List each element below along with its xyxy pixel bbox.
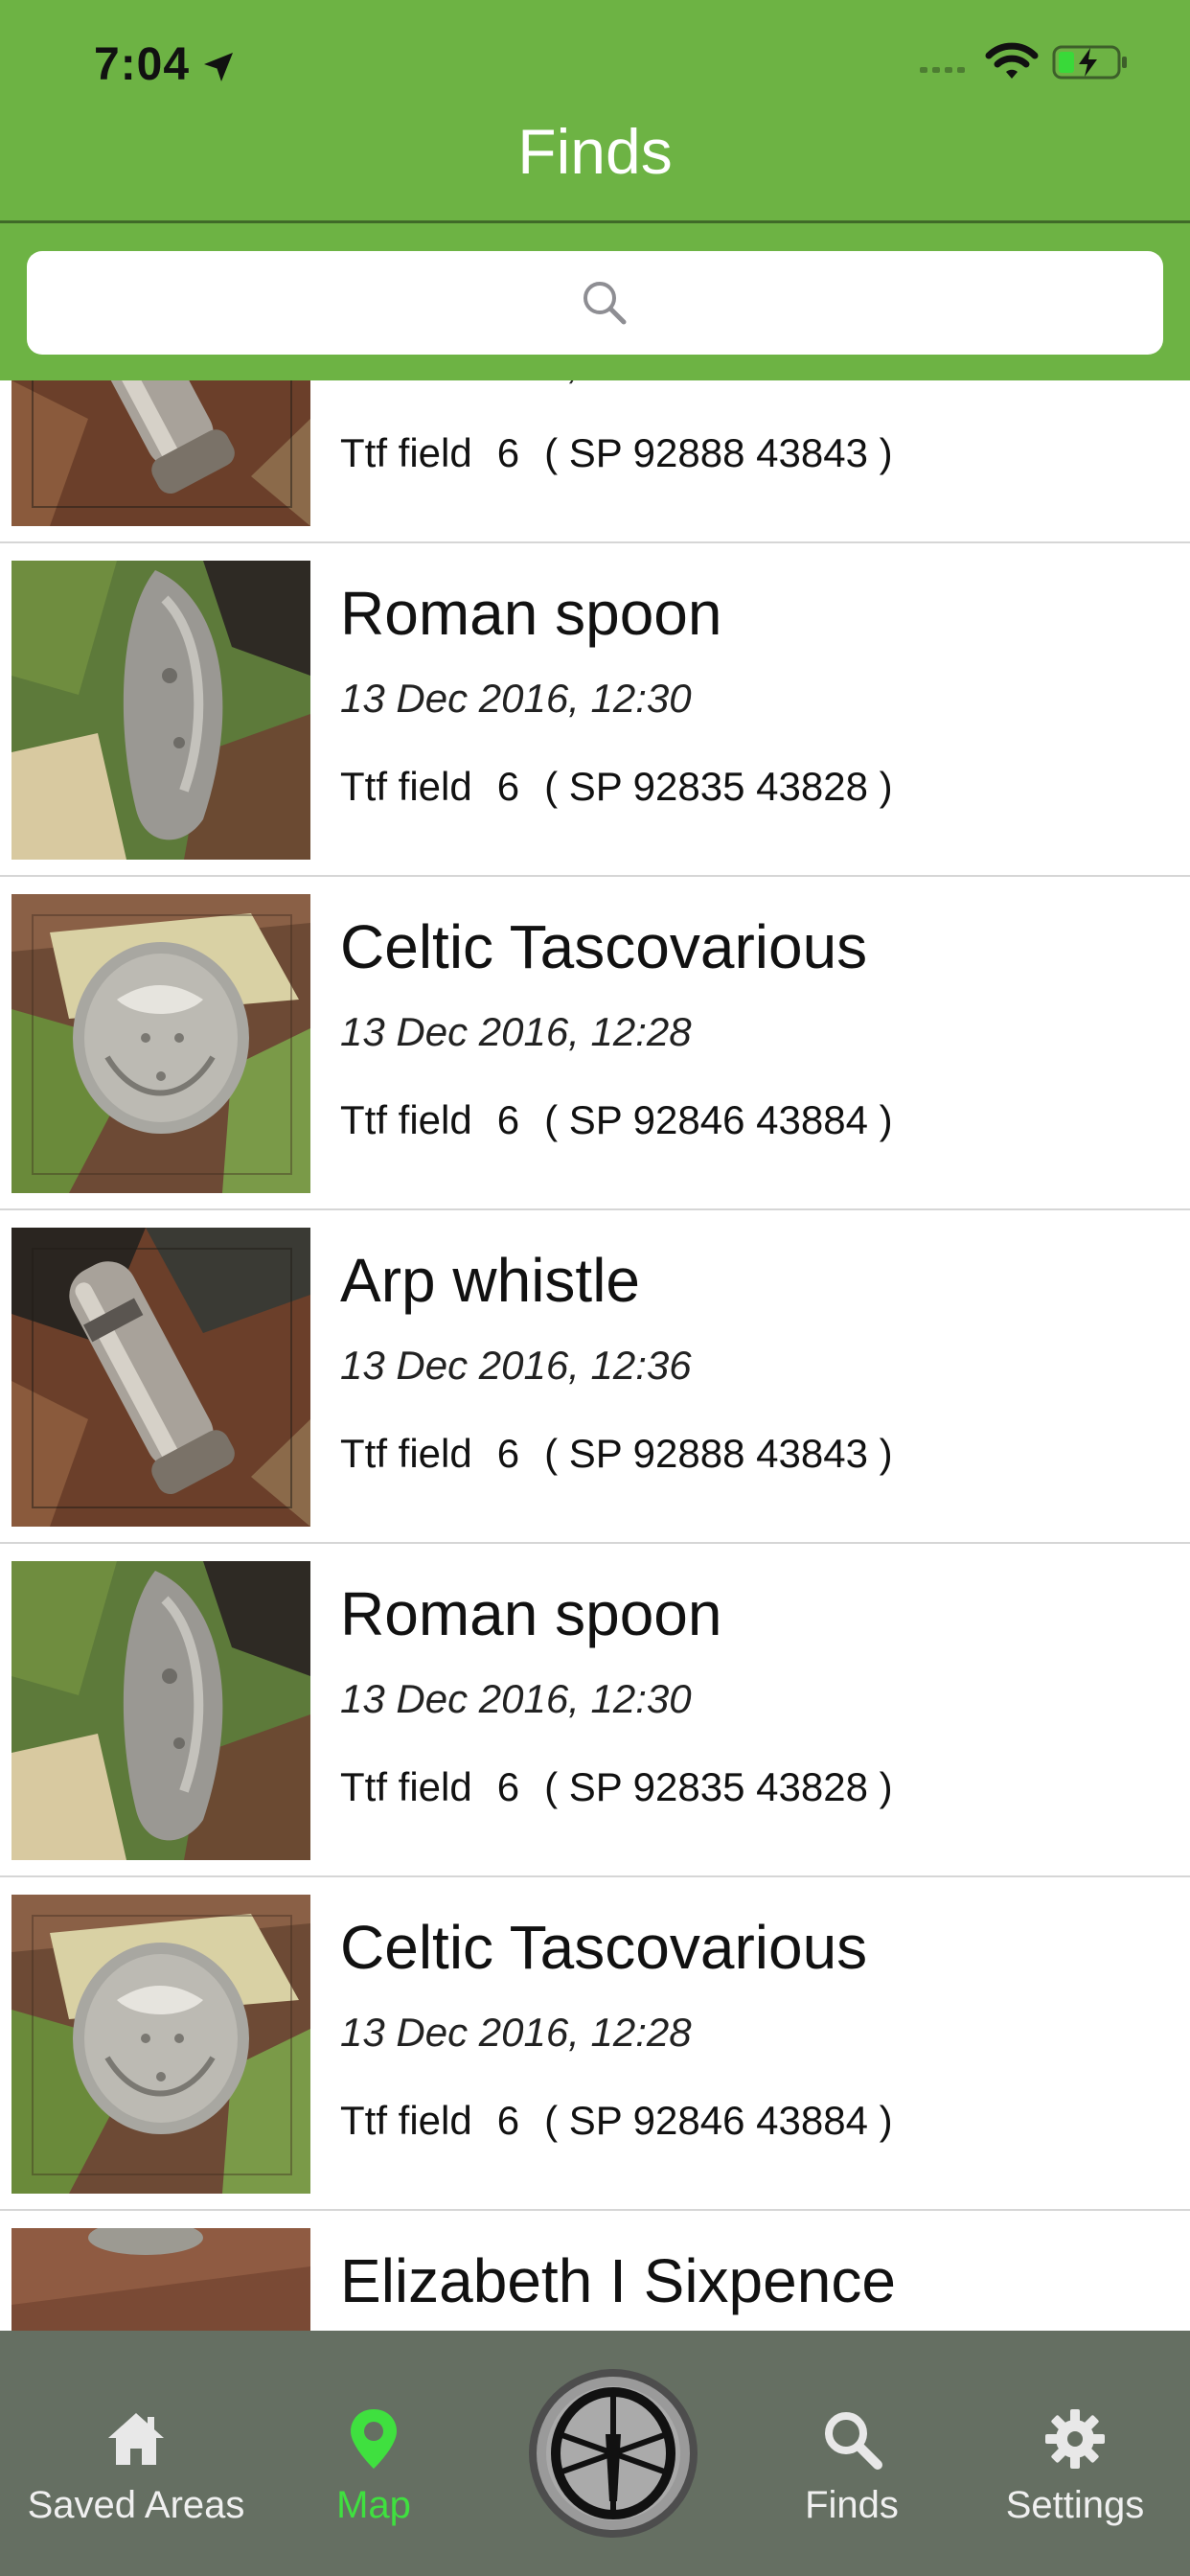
find-grid-ref: ( SP 92846 43884 ) — [544, 2098, 893, 2143]
find-field-name: Ttf field — [340, 1764, 472, 1809]
find-date: 13 Dec 2016, 12:30 — [340, 1676, 692, 1721]
find-grid-ref: ( SP 92888 43843 ) — [544, 1431, 893, 1476]
find-field-name: Ttf field — [340, 1097, 472, 1142]
find-field-name: Ttf field — [340, 2098, 472, 2143]
wifi-icon — [985, 42, 1039, 79]
find-row[interactable]: Elizabeth I Sixpence — [0, 2211, 1190, 2331]
tab-label-settings: Settings — [1005, 2484, 1145, 2526]
find-date: 13 Dec 2016, 12:28 — [340, 2010, 692, 2055]
find-location: Ttf field 6 ( SP 92835 43828 ) — [340, 764, 893, 810]
find-field-number: 6 — [496, 1764, 520, 1809]
find-row[interactable]: Arp whistle 13 Dec 2016, 12:36 Ttf field 6 (… — [0, 1210, 1190, 1544]
find-field-number: 6 — [496, 430, 520, 475]
tab-label-map: Map — [336, 2484, 411, 2526]
search-input[interactable] — [27, 251, 1163, 355]
spoon-photo — [11, 561, 310, 860]
find-field-name: Ttf field — [340, 764, 472, 809]
find-field-name: Ttf field — [340, 1431, 472, 1476]
header-divider — [0, 220, 1190, 223]
coin-photo — [11, 894, 310, 1193]
find-field-number: 6 — [496, 2098, 520, 2143]
find-name: Celtic Tascovarious — [340, 912, 868, 981]
location-arrow-icon — [204, 53, 233, 81]
find-location: Ttf field 6 ( SP 92846 43884 ) — [340, 2098, 893, 2144]
tab-finds[interactable]: Finds — [744, 2331, 960, 2576]
find-name: Roman spoon — [340, 579, 722, 648]
find-grid-ref: ( SP 92835 43828 ) — [544, 1764, 893, 1809]
home-icon — [108, 2413, 164, 2465]
find-field-number: 6 — [496, 764, 520, 809]
find-date: 13 Dec 2016, 12:36 — [340, 380, 692, 388]
battery-charging-icon — [1052, 45, 1127, 80]
tab-label-finds: Finds — [805, 2484, 899, 2526]
cellular-signal-icon — [920, 67, 965, 73]
find-name: Celtic Tascovarious — [340, 1913, 868, 1982]
status-bar: 7:04 — [0, 0, 1190, 125]
tab-bar: Saved Areas Map Finds Settings — [0, 2331, 1190, 2576]
find-location: Ttf field 6 ( SP 92846 43884 ) — [340, 1097, 893, 1143]
find-row[interactable]: Celtic Tascovarious 13 Dec 2016, 12:28 Ttf… — [0, 1877, 1190, 2211]
find-date: 13 Dec 2016, 12:28 — [340, 1009, 692, 1054]
coin-photo — [11, 1895, 310, 2194]
find-field-number: 6 — [496, 1431, 520, 1476]
find-grid-ref: ( SP 92846 43884 ) — [544, 1097, 893, 1142]
find-date: 13 Dec 2016, 12:30 — [340, 676, 692, 721]
status-time: 7:04 — [94, 39, 191, 90]
find-date: 13 Dec 2016, 12:36 — [340, 1343, 692, 1388]
map-pin-icon — [351, 2409, 397, 2469]
tab-map[interactable]: Map — [272, 2331, 475, 2576]
metal-detector-icon[interactable] — [527, 2367, 699, 2540]
find-name: Elizabeth I Sixpence — [340, 2246, 896, 2315]
find-row[interactable]: Roman spoon 13 Dec 2016, 12:30 Ttf field 6 (… — [0, 1544, 1190, 1877]
find-row[interactable]: Arp whistle13 Dec 2016, 12:36Ttf field6(… — [0, 380, 1190, 543]
find-row[interactable]: Roman spoon 13 Dec 2016, 12:30 Ttf field 6 (… — [0, 543, 1190, 877]
find-field-number: 6 — [496, 1097, 520, 1142]
finds-list[interactable]: Arp whistle 13 Dec 2016, 12:36 Ttf field 6 (… — [0, 380, 1190, 2331]
whistle-photo — [11, 380, 310, 526]
find-name: Arp whistle — [340, 1246, 640, 1315]
header: 7:04 Finds — [0, 0, 1190, 380]
find-grid-ref: ( SP 92888 43843 ) — [544, 430, 893, 475]
search-icon — [825, 2412, 882, 2470]
sixpence-photo — [11, 2228, 310, 2331]
tab-label-saved-areas: Saved Areas — [27, 2484, 245, 2526]
find-location: Ttf field 6 ( SP 92888 43843 ) — [340, 430, 893, 476]
gear-icon — [1045, 2409, 1105, 2469]
spoon-photo — [11, 1561, 310, 1860]
find-location: Ttf field 6 ( SP 92835 43828 ) — [340, 1764, 893, 1810]
tab-settings[interactable]: Settings — [960, 2331, 1190, 2576]
page-title: Finds — [517, 116, 673, 187]
find-grid-ref: ( SP 92835 43828 ) — [544, 764, 893, 809]
find-field-name: Ttf field — [340, 430, 472, 475]
find-row[interactable]: Celtic Tascovarious 13 Dec 2016, 12:28 Ttf… — [0, 877, 1190, 1210]
whistle-photo — [11, 1228, 310, 1527]
find-name: Roman spoon — [340, 1579, 722, 1648]
tab-saved-areas[interactable]: Saved Areas — [0, 2331, 272, 2576]
find-location: Ttf field 6 ( SP 92888 43843 ) — [340, 1431, 893, 1477]
search-icon — [584, 282, 627, 325]
